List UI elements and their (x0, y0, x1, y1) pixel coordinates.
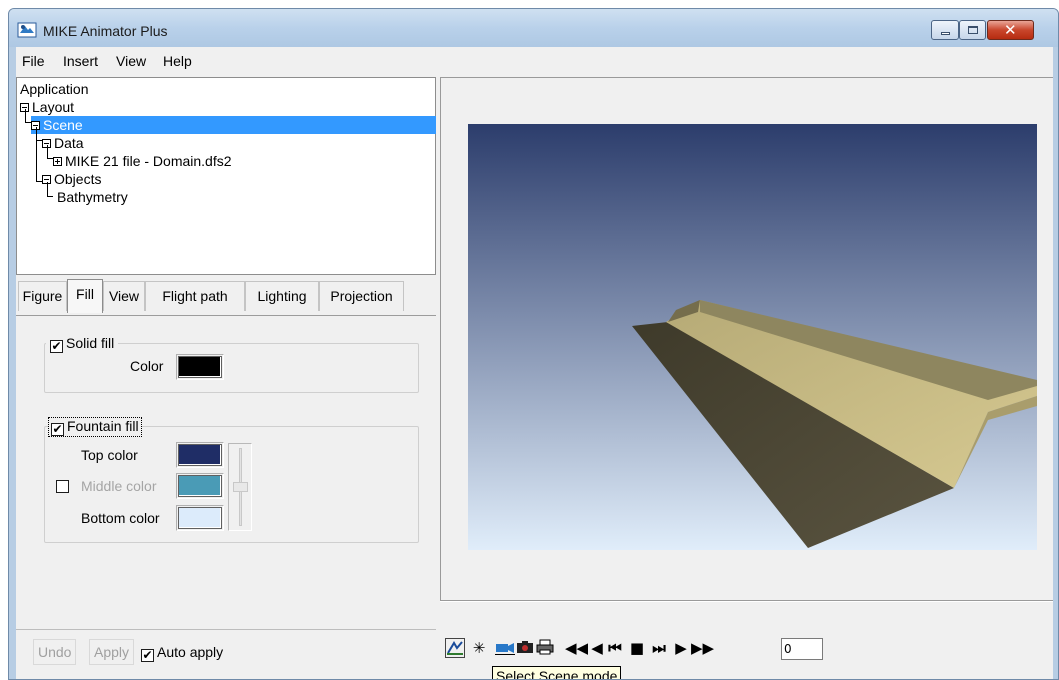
middle-position-slider[interactable] (228, 443, 252, 531)
tree-line (25, 109, 26, 122)
property-tabs: Figure Fill View Flight path Lighting Pr… (16, 279, 436, 317)
camera-icon (517, 641, 533, 653)
tab-fill[interactable]: Fill (67, 279, 103, 313)
fill-tab-panel: ✔ Solid fill Color ✔ Fountain fill Top col… (16, 315, 436, 629)
tree-item-application[interactable]: Application (20, 80, 89, 98)
slider-thumb[interactable] (233, 482, 248, 492)
tree-line (36, 127, 37, 181)
tree-label: Scene (43, 117, 83, 133)
video-camera-icon (495, 643, 515, 655)
bottom-color-label: Bottom color (81, 510, 160, 526)
tab-view[interactable]: View (103, 281, 145, 311)
fountain-fill-check-icon: ✔ (51, 422, 64, 436)
pan-mode-button[interactable]: ✳ (469, 638, 489, 658)
auto-apply-checkbox[interactable]: ✔ Auto apply (141, 644, 223, 662)
apply-bar: Undo Apply ✔ Auto apply (16, 629, 436, 679)
tree-label: Application (20, 81, 89, 97)
stop-button[interactable]: ■ (627, 638, 647, 658)
client-area: File Insert View Help Application Layout… (16, 47, 1053, 679)
tab-projection[interactable]: Projection (319, 281, 404, 311)
playback-controls: ✳ ◀◀ ◀ ⏮ ■ ⏭ ▶ ▶▶ 0 Select Scene mode (440, 601, 1053, 679)
scene-view-frame (440, 77, 1053, 601)
camera-view-button[interactable] (495, 638, 515, 658)
rewind-button[interactable]: ◀◀ (565, 638, 589, 658)
solid-fill-checkbox[interactable]: ✔ Solid fill (46, 335, 119, 353)
menu-view[interactable]: View (116, 53, 146, 69)
window-title: MIKE Animator Plus (43, 23, 168, 39)
tree-label: Layout (32, 99, 75, 115)
step-forward-icon: ▶ (675, 639, 687, 657)
tree-line (47, 182, 48, 196)
auto-apply-check-icon: ✔ (141, 648, 154, 662)
expand-icon[interactable] (53, 157, 62, 166)
step-forward-button[interactable]: ▶ (671, 638, 691, 658)
close-button[interactable]: ✕ (987, 20, 1034, 40)
menu-file[interactable]: File (22, 53, 45, 69)
solid-fill-check-icon: ✔ (50, 339, 63, 353)
fast-forward-button[interactable]: ▶▶ (691, 638, 715, 658)
last-frame-icon: ⏭ (652, 639, 666, 657)
scene-viewport[interactable] (468, 124, 1037, 550)
app-logo-icon (17, 22, 37, 38)
tree-item-layout[interactable]: Layout (20, 98, 74, 116)
top-color-label: Top color (81, 447, 138, 463)
fountain-fill-checkbox[interactable]: ✔ Fountain fill (48, 417, 142, 437)
middle-color-checkbox[interactable] (56, 480, 69, 493)
apply-button[interactable]: Apply (89, 639, 135, 665)
tab-figure[interactable]: Figure (18, 281, 67, 311)
tree-label: Bathymetry (57, 189, 128, 205)
print-button[interactable] (535, 638, 555, 658)
tree-item-data[interactable]: Data (42, 134, 84, 152)
middle-color-swatch[interactable] (178, 475, 222, 497)
select-scene-icon (447, 641, 463, 655)
last-frame-button[interactable]: ⏭ (649, 638, 669, 658)
first-frame-button[interactable]: ⏮ (605, 638, 625, 658)
close-icon: ✕ (1004, 21, 1017, 39)
frame-number-input[interactable]: 0 (781, 638, 823, 660)
title-bar[interactable]: MIKE Animator Plus ✕ (9, 9, 1058, 47)
first-frame-icon: ⏮ (608, 639, 622, 657)
minimize-button[interactable] (931, 20, 959, 40)
maximize-icon (968, 26, 978, 34)
menu-bar: File Insert View Help (16, 47, 1053, 72)
tab-flight-path[interactable]: Flight path (145, 281, 245, 311)
solid-color-swatch[interactable] (178, 356, 222, 378)
fountain-fill-label: Fountain fill (67, 418, 139, 434)
solid-fill-label: Solid fill (66, 335, 115, 351)
tooltip: Select Scene mode (492, 666, 622, 679)
tree-item-scene[interactable]: Scene (31, 116, 436, 134)
color-label: Color (130, 358, 164, 374)
middle-color-label: Middle color (81, 478, 157, 494)
top-color-swatch[interactable] (178, 444, 222, 466)
tree-item-file[interactable]: MIKE 21 file - Domain.dfs2 (53, 152, 232, 170)
menu-insert[interactable]: Insert (63, 53, 98, 69)
printer-icon (536, 639, 554, 655)
stop-icon: ■ (629, 639, 645, 657)
tree-item-bathymetry[interactable]: Bathymetry (57, 188, 128, 206)
tree-label: Objects (54, 171, 102, 187)
auto-apply-label: Auto apply (157, 644, 224, 660)
fast-forward-icon: ▶▶ (691, 639, 715, 657)
rewind-icon: ◀◀ (565, 639, 589, 657)
step-back-icon: ◀ (591, 639, 603, 657)
tree-label: MIKE 21 file - Domain.dfs2 (65, 153, 232, 169)
tree-line (47, 196, 53, 197)
tab-lighting[interactable]: Lighting (245, 281, 319, 311)
asterisk-icon: ✳ (472, 639, 486, 657)
layout-tree[interactable]: Application Layout Scene Data MIKE 21 fi… (16, 77, 436, 275)
bottom-color-swatch[interactable] (178, 507, 222, 529)
menu-help[interactable]: Help (163, 53, 192, 69)
step-back-button[interactable]: ◀ (587, 638, 607, 658)
minimize-icon (941, 32, 950, 35)
app-window: MIKE Animator Plus ✕ File Insert View He… (8, 8, 1059, 680)
tree-line (47, 145, 48, 158)
tree-label: Data (54, 135, 84, 151)
maximize-button[interactable] (959, 20, 986, 40)
select-scene-mode-button[interactable] (445, 638, 465, 658)
tree-item-objects[interactable]: Objects (42, 170, 101, 188)
undo-button[interactable]: Undo (33, 639, 77, 665)
snapshot-button[interactable] (515, 638, 535, 658)
